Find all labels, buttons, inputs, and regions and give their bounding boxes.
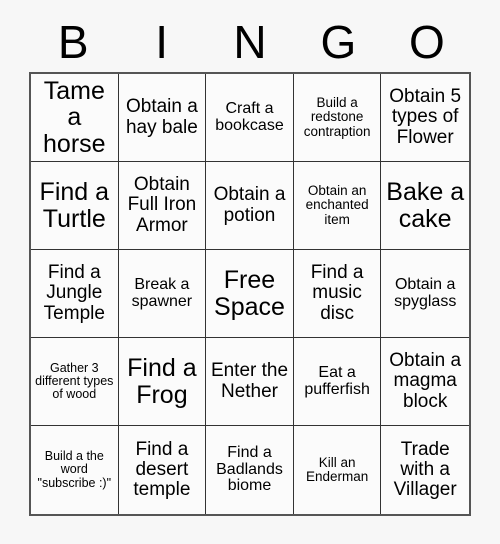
bingo-cell-label: Trade with a Villager (393, 438, 457, 501)
bingo-cell[interactable]: Craft a bookcase (206, 74, 294, 162)
bingo-card: B I N G O Tame a horse Obtain a hay bale… (0, 0, 500, 544)
bingo-cell-label: Gather 3 different types of wood (35, 360, 114, 402)
bingo-cell[interactable]: Find a Turtle (31, 162, 119, 250)
bingo-cell-label: Break a spawner (131, 275, 193, 310)
bingo-cell-label: Obtain a spyglass (394, 275, 457, 310)
bingo-cell[interactable]: Eat a pufferfish (293, 338, 382, 426)
bingo-cell[interactable]: Enter the Nether (206, 338, 294, 426)
bingo-cell[interactable]: Obtain Full Iron Armor (118, 162, 207, 250)
bingo-header-letter-i: I (155, 16, 168, 68)
bingo-header-letter-n: N (233, 16, 267, 68)
bingo-cell-label: Obtain an enchanted item (305, 183, 369, 227)
bingo-cell[interactable]: Find a desert temple (118, 426, 207, 514)
bingo-cell-label: Find a Frog (127, 354, 197, 409)
bingo-cell[interactable]: Find a music disc (293, 250, 382, 338)
bingo-cell[interactable]: Kill an Enderman (293, 426, 382, 514)
bingo-cell[interactable]: Obtain a hay bale (118, 74, 207, 162)
bingo-header: B I N G O (29, 14, 471, 70)
bingo-header-letter-b: B (57, 16, 89, 68)
bingo-cell-label: Kill an Enderman (305, 454, 369, 484)
bingo-cell-label: Craft a bookcase (215, 99, 284, 134)
bingo-grid: Tame a horse Obtain a hay bale Craft a b… (29, 72, 471, 516)
bingo-cell-label: Enter the Nether (210, 360, 289, 402)
bingo-cell[interactable]: Obtain a magma block (381, 338, 469, 426)
bingo-header-letter-o: O (408, 16, 445, 68)
bingo-cell-label: Build a the word "subscribe :)" (37, 449, 112, 490)
bingo-cell-label: Bake a cake (386, 178, 465, 233)
bingo-cell-label: Obtain a hay bale (125, 96, 198, 138)
bingo-cell-label: Eat a pufferfish (304, 363, 370, 398)
bingo-cell-label: Build a redstone contraption (303, 95, 371, 139)
bingo-cell[interactable]: Find a Frog (118, 338, 207, 426)
bingo-cell-label: Obtain Full Iron Armor (127, 174, 197, 236)
bingo-cell-label: Find a music disc (310, 262, 364, 324)
bingo-cell[interactable]: Build a redstone contraption (293, 74, 382, 162)
bingo-cell-label: Find a Badlands biome (216, 443, 283, 495)
bingo-cell[interactable]: Build a the word "subscribe :)" (31, 426, 119, 514)
bingo-cell-label: Obtain a magma block (389, 350, 462, 412)
bingo-header-letter-g: G (320, 16, 357, 68)
bingo-cell-free-space[interactable]: Free Space (206, 250, 294, 338)
bingo-cell[interactable]: Tame a horse (31, 74, 119, 162)
bingo-cell[interactable]: Break a spawner (118, 250, 207, 338)
bingo-cell[interactable]: Bake a cake (381, 162, 469, 250)
bingo-cell[interactable]: Find a Jungle Temple (31, 250, 119, 338)
bingo-cell[interactable]: Obtain an enchanted item (293, 162, 382, 250)
bingo-cell-label: Obtain a potion (213, 184, 286, 226)
bingo-cell-label: Find a desert temple (133, 438, 191, 501)
bingo-cell[interactable]: Trade with a Villager (381, 426, 469, 514)
bingo-cell-label: Find a Turtle (39, 178, 110, 233)
bingo-cell[interactable]: Gather 3 different types of wood (31, 338, 119, 426)
bingo-cell-label: Obtain 5 types of Flower (389, 86, 462, 148)
bingo-cell-label: Find a Jungle Temple (43, 262, 105, 324)
bingo-cell[interactable]: Obtain a spyglass (381, 250, 469, 338)
bingo-cell-label: Free Space (214, 266, 285, 321)
bingo-cell[interactable]: Obtain a potion (206, 162, 294, 250)
bingo-cell[interactable]: Find a Badlands biome (206, 426, 294, 514)
bingo-cell[interactable]: Obtain 5 types of Flower (381, 74, 469, 162)
bingo-cell-label: Tame a horse (43, 76, 106, 158)
